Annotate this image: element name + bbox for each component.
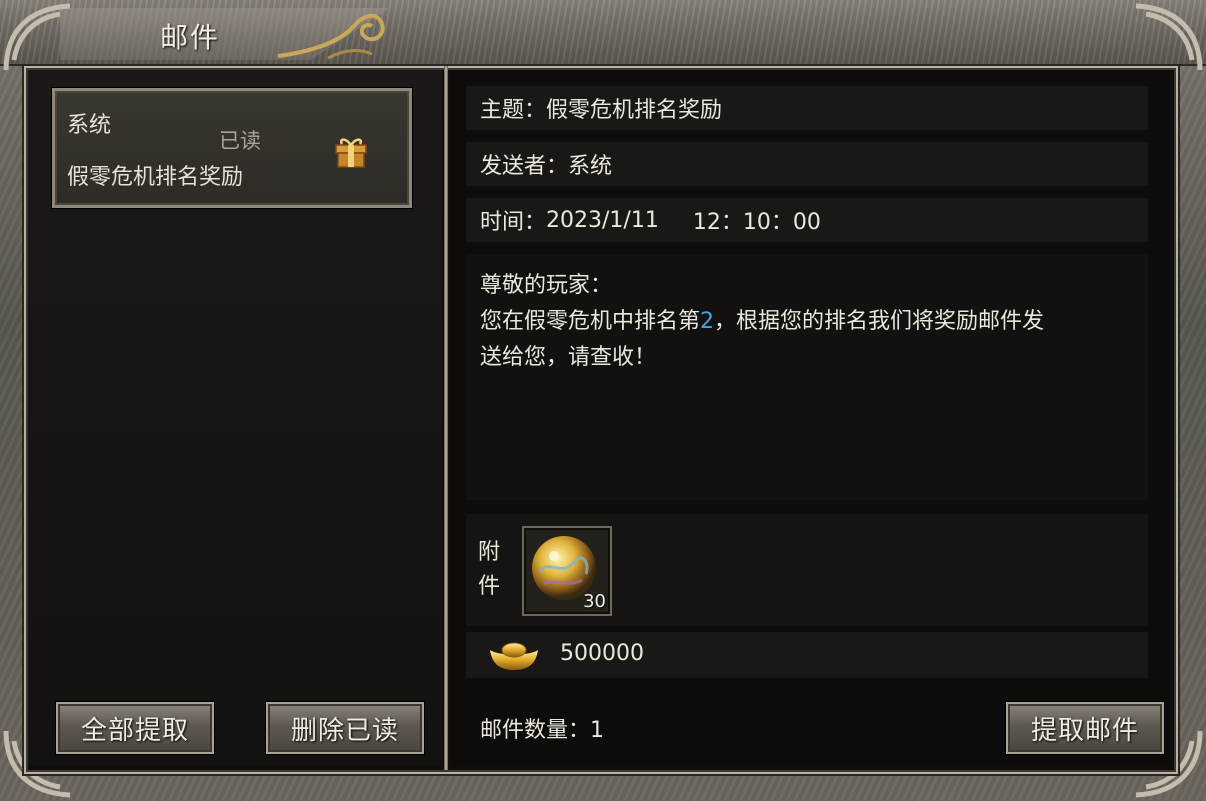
body-greeting: 尊敬的玩家： [480,273,613,298]
time-clock: 12：10：00 [692,210,821,235]
time-label: 时间： [480,210,547,235]
body-line-1-prefix: 您在假零危机中排名第 [480,309,701,334]
gold-amount: 500000 [560,641,644,666]
mail-item-sender: 系统 [67,113,112,138]
window-title: 邮件 [160,21,221,54]
mail-item-subject: 假零危机排名奖励 [67,165,244,190]
extract-mail-button[interactable]: 提取邮件 [1006,702,1164,754]
sender-label: 发送者： [480,154,569,179]
pane-divider [444,66,448,770]
gold-ingot-icon [490,642,538,670]
title-bar: 邮件 [0,0,1206,66]
ornament-swirl-icon [277,14,385,60]
sender-value: 系统 [568,154,613,179]
subject-row: 主题： 假零危机排名奖励 [466,86,1148,130]
attachment-label-char-1: 附 [478,540,501,565]
mail-list-item[interactable]: 系统 已读 假零危机排名奖励 [52,88,412,208]
mail-item-read-status: 已读 [219,129,261,153]
time-row: 时间： 2023/1/11 12：10：00 [466,198,1148,242]
item-count: 30 [583,591,606,612]
attachment-item-slot[interactable]: 30 [522,526,612,616]
body-line-1-suffix: ，根据您的排名我们将奖励邮件发 [714,309,1045,334]
mail-count-label: 邮件数量： [480,718,591,743]
subject-label: 主题： [480,98,547,123]
extract-all-button[interactable]: 全部提取 [56,702,214,754]
delete-read-button[interactable]: 删除已读 [266,702,424,754]
sender-row: 发送者： 系统 [466,142,1148,186]
subject-value: 假零危机排名奖励 [546,98,723,123]
time-date: 2023/1/11 [546,207,659,233]
attachment-label: 附 件 [478,536,506,604]
body-line-1: 您在假零危机中排名第2，根据您的排名我们将奖励邮件发 [480,304,1134,340]
rank-number: 2 [700,309,715,334]
mail-body: 尊敬的玩家： 您在假零危机中排名第2，根据您的排名我们将奖励邮件发 送给您，请查… [466,254,1148,500]
mail-count-value: 1 [590,718,605,743]
body-line-2: 送给您，请查收！ [480,345,657,370]
attachment-label-char-2: 件 [478,574,501,599]
gift-box-icon [335,138,367,168]
mail-count: 邮件数量：1 [480,712,604,744]
